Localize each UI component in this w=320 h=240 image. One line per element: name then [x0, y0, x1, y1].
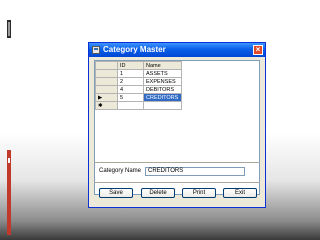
cell-id[interactable]: 4 [117, 85, 144, 94]
cell-name[interactable] [143, 101, 182, 110]
row-selector-header [95, 61, 118, 70]
table-row-selected[interactable]: ▶ 5 CREDITORS [95, 93, 182, 102]
cell-id[interactable] [117, 101, 144, 110]
slide-marker-top [7, 20, 11, 38]
cell-name[interactable]: EXPENSES [143, 77, 182, 86]
table-row[interactable]: 2 EXPENSES [95, 77, 182, 86]
current-row-indicator-icon[interactable]: ▶ [95, 93, 118, 102]
cell-id[interactable]: 2 [117, 77, 144, 86]
column-header-id[interactable]: ID [117, 61, 144, 70]
slide-accent-notch [8, 158, 10, 163]
save-button[interactable]: Save [99, 188, 133, 198]
row-selector[interactable] [95, 85, 118, 94]
divider [94, 162, 260, 163]
print-button[interactable]: Print [182, 188, 216, 198]
row-selector[interactable] [95, 69, 118, 78]
grid-header-row: ID Name [95, 61, 182, 70]
exit-button[interactable]: Exit [223, 188, 257, 198]
category-master-window: Category Master × ID Name 1 ASSETS 2 EXP… [88, 42, 266, 208]
category-name-input[interactable]: CREDITORS [145, 167, 245, 176]
window-title: Category Master [103, 45, 166, 54]
cell-name[interactable]: CREDITORS [143, 93, 182, 102]
row-selector[interactable] [95, 77, 118, 86]
delete-button[interactable]: Delete [141, 188, 175, 198]
cell-id[interactable]: 5 [117, 93, 144, 102]
cell-id[interactable]: 1 [117, 69, 144, 78]
close-button[interactable]: × [253, 45, 263, 55]
window-app-icon [92, 46, 100, 54]
table-row[interactable]: 4 DEBITORS [95, 85, 182, 94]
new-row-indicator-icon[interactable]: ✱ [95, 101, 118, 110]
cell-name[interactable]: ASSETS [143, 69, 182, 78]
table-row-new[interactable]: ✱ [95, 101, 182, 110]
column-header-name[interactable]: Name [143, 61, 182, 70]
title-bar[interactable]: Category Master × [89, 43, 265, 57]
category-grid: ID Name 1 ASSETS 2 EXPENSES 4 DEBITORS ▶… [95, 61, 182, 110]
cell-name[interactable]: DEBITORS [143, 85, 182, 94]
divider [94, 182, 260, 183]
category-name-label: Category Name [99, 168, 142, 174]
table-row[interactable]: 1 ASSETS [95, 69, 182, 78]
